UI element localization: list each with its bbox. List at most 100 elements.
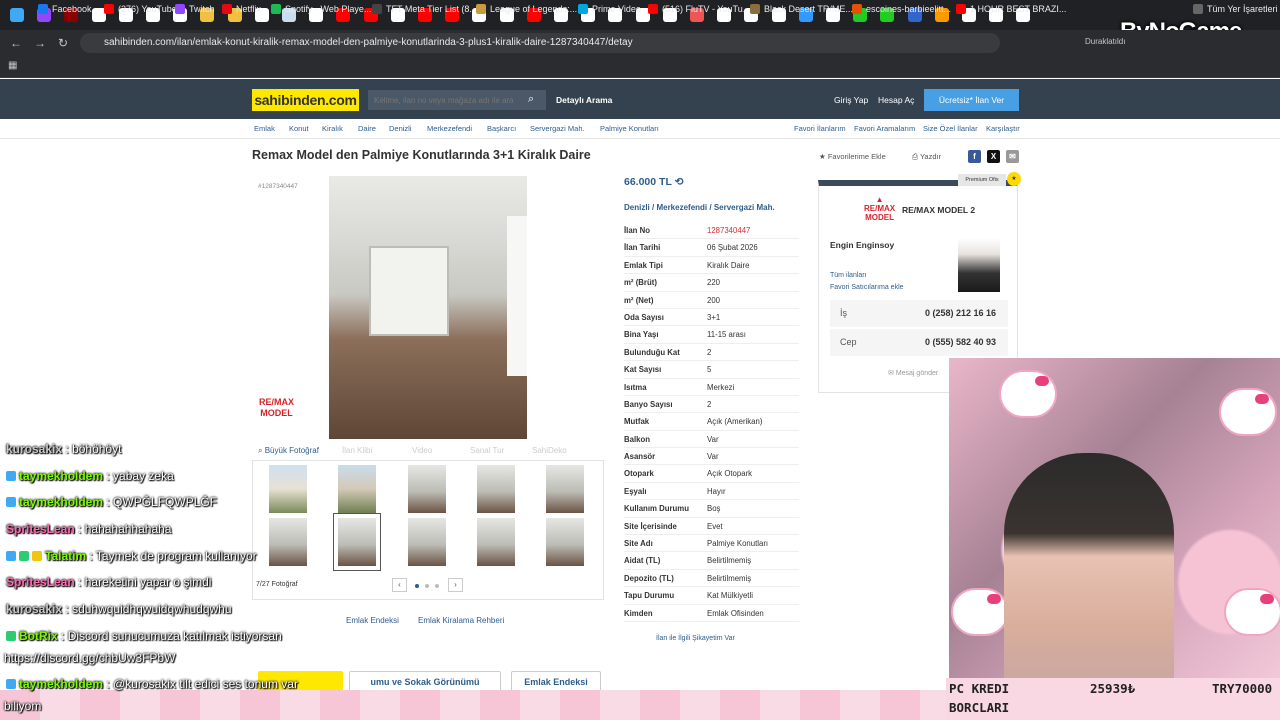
thumbnail[interactable] xyxy=(269,518,307,566)
email-share-icon[interactable]: ✉ xyxy=(1006,150,1019,163)
bookmark-netflix[interactable]: Netflix xyxy=(222,4,261,14)
gift-badge-icon xyxy=(32,551,42,561)
special-listings-link[interactable]: Size Özel İlanlar xyxy=(923,124,978,133)
site-logo[interactable]: sahibinden.com xyxy=(252,89,359,111)
tab-virtual-tour[interactable]: Sanal Tur xyxy=(470,446,504,455)
page-dot[interactable] xyxy=(425,584,429,588)
thumbnail-selected[interactable] xyxy=(333,513,381,571)
bookmark-lol[interactable]: League of Legends:... xyxy=(476,4,577,14)
url-field[interactable]: sahibinden.com/ilan/emlak-konut-kiralik-… xyxy=(80,33,1000,53)
breadcrumb-item[interactable]: Denizli xyxy=(389,124,412,133)
facebook-share-icon[interactable]: f xyxy=(968,150,981,163)
breadcrumb-item[interactable]: Kiralık xyxy=(322,124,343,133)
breadcrumb-item[interactable]: Servergazi Mah. xyxy=(530,124,585,133)
listing-price: 66.000 TL ⟲ xyxy=(624,176,684,188)
login-link[interactable]: Giriş Yap xyxy=(834,95,868,105)
thumbnail[interactable] xyxy=(546,518,584,566)
office-name[interactable]: RE/MAX MODEL 2 xyxy=(902,205,975,215)
send-message-link[interactable]: ✉ Mesaj gönder xyxy=(888,369,938,377)
page-dot[interactable] xyxy=(415,584,419,588)
bookmark-escoines[interactable]: escoines-barbieelitt... xyxy=(852,4,951,14)
breadcrumb-item[interactable]: Başkarcı xyxy=(487,124,516,133)
check-badge-icon xyxy=(6,631,16,641)
profile-status[interactable]: Duraklatıldı xyxy=(1085,37,1125,46)
search-icon[interactable]: ⌕ xyxy=(528,93,534,106)
all-ads-link[interactable]: Tüm ilanları xyxy=(830,272,867,279)
sub-badge-icon xyxy=(6,497,16,507)
favorite-listings-link[interactable]: Favori İlanlarım xyxy=(794,124,846,133)
next-photo-button[interactable]: › xyxy=(448,578,463,592)
detail-row: Emlak Tipi Kiralık Daire xyxy=(624,257,799,275)
thumbnail[interactable] xyxy=(269,465,307,513)
bookmark-spotify[interactable]: Spotify - Web Playe... xyxy=(271,4,371,14)
breadcrumb-item[interactable]: Emlak xyxy=(254,124,275,133)
tab-sahideko[interactable]: SahiDeko xyxy=(532,446,567,455)
back-icon[interactable]: ← xyxy=(10,36,22,50)
search-input[interactable] xyxy=(368,90,546,110)
browser-tab-favicon-icon[interactable] xyxy=(10,8,24,22)
compare-link[interactable]: Karşılaştır xyxy=(986,124,1020,133)
bookmark-facebook[interactable]: Facebook xyxy=(38,4,92,14)
mobile-phone: Cep 0 (555) 582 40 93 xyxy=(830,329,1008,356)
bookmark-all[interactable]: Tüm Yer İşaretleri xyxy=(1193,4,1278,14)
forward-icon[interactable]: → xyxy=(34,36,46,50)
reload-icon[interactable]: ↻ xyxy=(58,36,68,50)
bookmark-twitch[interactable]: Twitch xyxy=(175,4,215,14)
print-link[interactable]: ⎙ Yazdır xyxy=(912,152,941,162)
tab-clip[interactable]: İlan Klibi xyxy=(342,446,372,455)
breadcrumb-item[interactable]: Merkezefendi xyxy=(427,124,472,133)
bookmarks-bar xyxy=(0,56,1280,78)
thumbnail[interactable] xyxy=(477,465,515,513)
apps-icon[interactable]: ▦ xyxy=(8,60,17,71)
remax-watermark-logo: RE/MAX MODEL xyxy=(259,397,295,418)
favorite-seller-link[interactable]: Favori Satıcılarıma ekle xyxy=(830,284,904,291)
detail-row: Eşyalı Hayır xyxy=(624,483,799,501)
thumbnail[interactable] xyxy=(408,465,446,513)
detail-row: Depozito (TL) Belirtilmemiş xyxy=(624,570,799,588)
chat-message: taymekholdem : QWPĞLFQWPLĞF xyxy=(6,495,217,509)
bookmark-bdo[interactable]: Black Desert TR/ME... xyxy=(750,4,853,14)
prev-photo-button[interactable]: ‹ xyxy=(392,578,407,592)
history-icon[interactable]: ⟲ xyxy=(675,176,684,188)
detail-row: Mutfak Açık (Amerikan) xyxy=(624,413,799,431)
signup-link[interactable]: Hesap Aç xyxy=(878,95,914,105)
detail-row: İlan Tarihi 06 Şubat 2026 xyxy=(624,239,799,257)
printer-icon: ⎙ xyxy=(912,152,918,161)
detail-row: Kimden Emlak Ofisinden xyxy=(624,605,799,622)
bookmark-brazil[interactable]: 1 HOUR BEST BRAZI... xyxy=(956,4,1066,14)
detail-row: Tapu Durumu Kat Mülkiyetli xyxy=(624,587,799,605)
thumbnail[interactable] xyxy=(546,465,584,513)
detail-row: m² (Brüt) 220 xyxy=(624,274,799,292)
bookmark-prime[interactable]: Prime Video xyxy=(578,4,641,14)
bookmark-tft[interactable]: TFT Meta Tier List (8... xyxy=(372,4,477,14)
bookmark-flutv[interactable]: (516) FluTV - YouTu... xyxy=(648,4,750,14)
page-dot[interactable] xyxy=(435,584,439,588)
tab-video[interactable]: Video xyxy=(412,446,432,455)
breadcrumb-item[interactable]: Konut xyxy=(289,124,309,133)
webcam-overlay xyxy=(949,358,1280,678)
report-listing-link[interactable]: İlan ile İlgili Şikayetim Var xyxy=(656,635,735,642)
thumbnail[interactable] xyxy=(408,518,446,566)
main-photo[interactable] xyxy=(329,176,527,439)
breadcrumb-item[interactable]: Daire xyxy=(358,124,376,133)
rental-guide-link[interactable]: Emlak Kiralama Rehberi xyxy=(418,616,504,625)
add-favorite-link[interactable]: ★ Favorilerime Ekle xyxy=(819,152,886,161)
site-header xyxy=(0,79,1280,119)
chat-message: SpritesLean : hahahahhahaha xyxy=(6,522,172,536)
chat-message: kurosakix : böhöhöyt xyxy=(6,442,122,456)
favorite-searches-link[interactable]: Favori Aramalarım xyxy=(854,124,915,133)
photo-count: 7/27 Fotoğraf xyxy=(256,581,298,588)
detail-row: Bulunduğu Kat 2 xyxy=(624,344,799,362)
x-share-icon[interactable]: X xyxy=(987,150,1000,163)
detailed-search-link[interactable]: Detaylı Arama xyxy=(556,95,612,105)
credit-amount-try: TRY70000 xyxy=(1212,681,1273,696)
detail-row: Banyo Sayısı 2 xyxy=(624,396,799,414)
thumbnail[interactable] xyxy=(477,518,515,566)
emlak-index-link[interactable]: Emlak Endeksi xyxy=(346,616,399,625)
breadcrumb-item[interactable]: Palmiye Konutları xyxy=(600,124,659,133)
tab-large-photo[interactable]: ⌕ Büyük Fotoğraf xyxy=(258,446,319,456)
premium-office-badge: Premium Ofis xyxy=(958,174,1006,186)
bookmark-youtube[interactable]: (276) YouTube xyxy=(104,4,177,14)
thumbnail[interactable] xyxy=(338,465,376,513)
post-ad-button[interactable]: Ücretsiz* İlan Ver xyxy=(924,89,1019,111)
